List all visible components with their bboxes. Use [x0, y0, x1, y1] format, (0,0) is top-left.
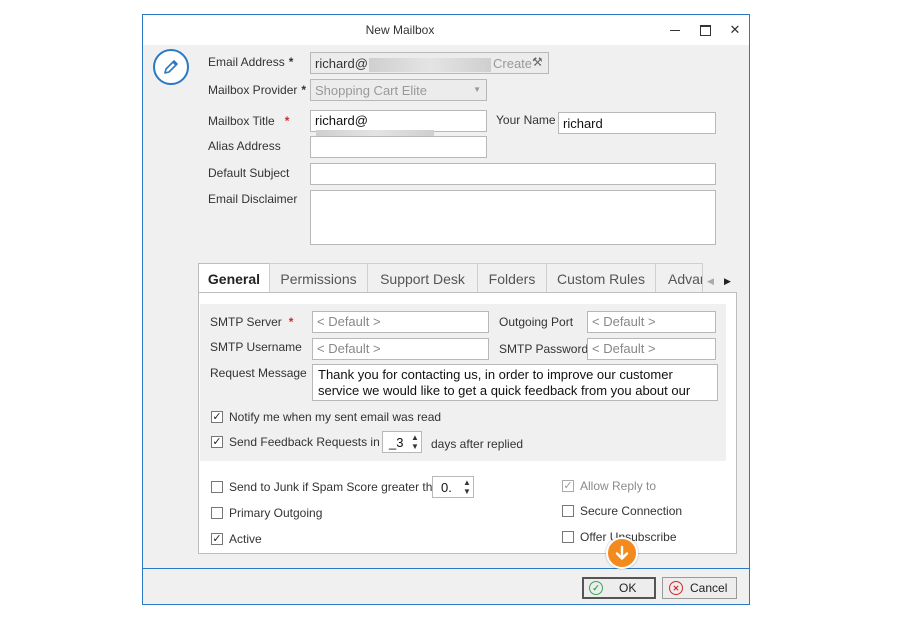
mailbox-provider-select[interactable]: Shopping Cart Elite ▼ [310, 79, 487, 101]
alias-address-label: Alias Address [208, 139, 281, 153]
title-bar: New Mailbox ✕ [143, 15, 749, 45]
request-message-label: Request Message [210, 366, 307, 380]
notify-read-label: Notify me when my sent email was read [229, 410, 442, 424]
request-message-line: Thank you for contacting us, in order to… [318, 367, 673, 382]
mailbox-title-field[interactable]: richard@ [310, 110, 487, 144]
outgoing-port-label: Outgoing Port [499, 315, 574, 329]
email-disclaimer-field[interactable] [310, 190, 716, 245]
allow-reply-label: Allow Reply to [580, 479, 657, 493]
outgoing-port-field[interactable]: < Default > [587, 311, 716, 333]
smtp-username-label: SMTP Username [210, 340, 302, 354]
cancel-circle-icon: ✕ [669, 581, 683, 595]
smtp-password-field[interactable]: < Default > [587, 338, 716, 360]
mailbox-title-label: Mailbox Title * [208, 114, 290, 128]
tab-advanced[interactable]: Advar [655, 263, 703, 293]
your-name-label: Your Name [496, 113, 556, 127]
redacted-email [368, 57, 491, 72]
email-address-label: Email Address * [208, 55, 294, 69]
pencil-icon [153, 49, 189, 85]
allow-reply-checkbox[interactable]: ✓ [562, 480, 574, 492]
ok-button[interactable]: ✓ OK [582, 577, 656, 599]
minimize-icon [670, 29, 680, 31]
create-link[interactable]: Create [493, 56, 532, 71]
close-button[interactable]: ✕ [717, 15, 753, 45]
tab-support-desk[interactable]: Support Desk [367, 263, 478, 293]
default-subject-field[interactable] [310, 163, 716, 185]
arrow-down-hint-icon [606, 537, 638, 569]
spam-score-stepper[interactable]: 0. ▲ ▼ [432, 476, 474, 498]
notify-read-checkbox[interactable]: ✓ [211, 411, 223, 423]
tab-folders[interactable]: Folders [477, 263, 547, 293]
tab-general[interactable]: General [198, 263, 270, 294]
secure-connection-checkbox[interactable] [562, 505, 574, 517]
window-title: New Mailbox [365, 23, 435, 37]
tab-permissions[interactable]: Permissions [269, 263, 368, 293]
primary-outgoing-checkbox[interactable] [211, 507, 223, 519]
spin-down-icon[interactable]: ▼ [411, 443, 419, 451]
cancel-button-label: Cancel [690, 581, 728, 595]
spin-down-icon[interactable]: ▼ [463, 488, 471, 496]
check-circle-icon: ✓ [589, 581, 603, 595]
secure-connection-label: Secure Connection [580, 504, 683, 518]
feedback-days-stepper[interactable]: _3 ▲ ▼ [382, 431, 422, 453]
smtp-username-field[interactable]: < Default > [312, 338, 489, 360]
tab-custom-rules[interactable]: Custom Rules [546, 263, 656, 293]
feedback-request-checkbox[interactable]: ✓ [211, 436, 223, 448]
smtp-password-label: SMTP Password [499, 342, 589, 356]
tab-scroll-right-icon[interactable]: ▶ [724, 276, 731, 287]
ok-button-label: OK [619, 581, 637, 595]
cancel-button[interactable]: ✕ Cancel [662, 577, 737, 599]
primary-outgoing-label: Primary Outgoing [229, 506, 323, 520]
tab-scroll-left-icon[interactable]: ◀ [707, 276, 714, 287]
footer-divider [143, 568, 749, 569]
maximize-icon [699, 24, 711, 36]
default-subject-label: Default Subject [208, 166, 290, 180]
close-icon: ✕ [729, 22, 741, 37]
request-message-field[interactable]: Thank you for contacting us, in order to… [312, 364, 718, 401]
email-address-field[interactable]: richard@ Create ⚒ [310, 52, 549, 74]
feedback-request-label: Send Feedback Requests in [229, 435, 380, 449]
email-disclaimer-label: Email Disclaimer [208, 192, 298, 206]
wand-icon[interactable]: ⚒ [532, 55, 543, 69]
offer-unsubscribe-checkbox[interactable] [562, 531, 574, 543]
request-message-line: service we would like to get a quick fee… [318, 383, 691, 398]
mailbox-provider-label: Mailbox Provider * [208, 83, 307, 97]
active-checkbox[interactable]: ✓ [211, 533, 223, 545]
feedback-days-suffix: days after replied [431, 437, 524, 451]
alias-address-field[interactable] [310, 136, 487, 158]
chevron-down-icon: ▼ [473, 85, 481, 94]
smtp-server-field[interactable]: < Default > [312, 311, 489, 333]
spin-up-icon[interactable]: ▲ [411, 434, 419, 442]
smtp-server-label: SMTP Server * [210, 315, 294, 329]
general-panel: SMTP Server * < Default > Outgoing Port <… [198, 292, 737, 554]
junk-spam-label: Send to Junk if Spam Score greater than [229, 480, 446, 494]
junk-spam-checkbox[interactable] [211, 481, 223, 493]
your-name-field[interactable]: richard [558, 112, 716, 134]
active-label: Active [229, 532, 262, 546]
spin-up-icon[interactable]: ▲ [463, 479, 471, 487]
